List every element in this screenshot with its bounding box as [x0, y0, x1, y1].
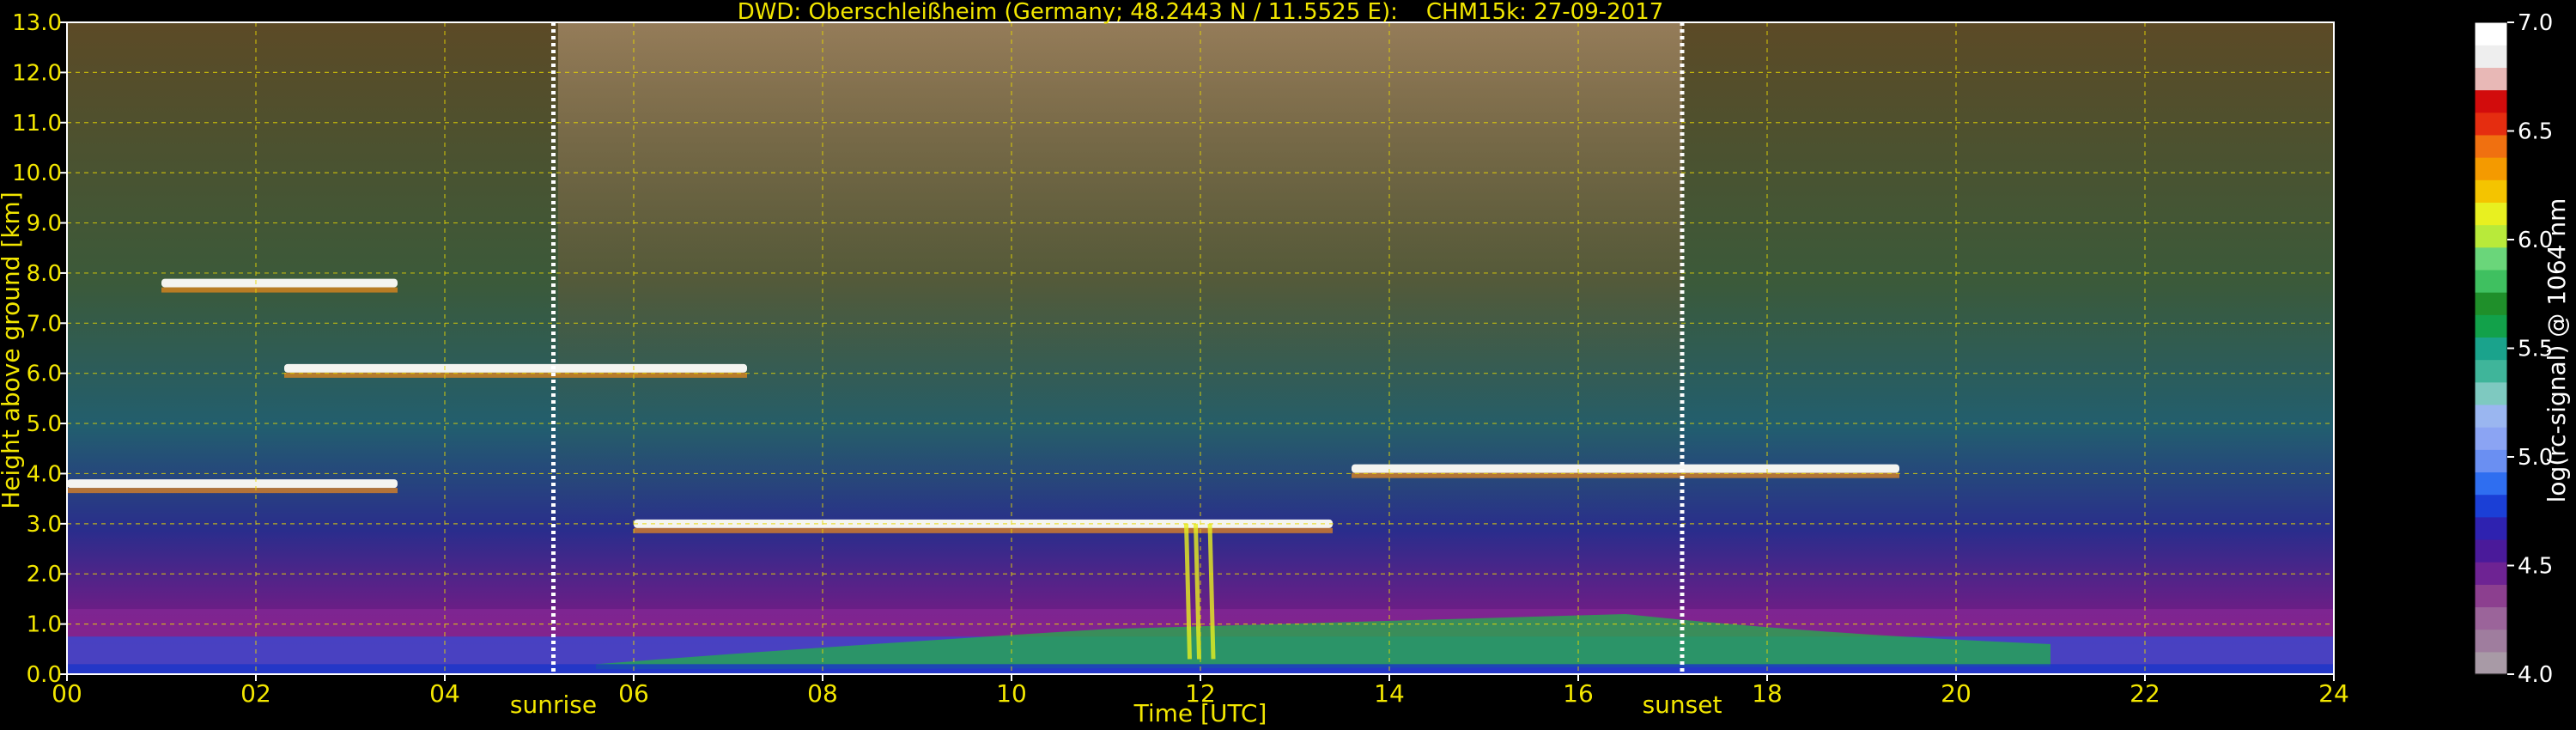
colorbar-swatch: [2475, 22, 2507, 46]
cloud-layer: [161, 278, 398, 288]
lidar-quicklook-chart: sunrise sunset 00 02 04 06 08 10 12 14 16 18 20 22 24…: [0, 0, 2571, 727]
colorbar-swatch: [2475, 404, 2507, 428]
colorbar-swatch: [2475, 337, 2507, 361]
x-tick-label: 18: [1752, 679, 1783, 708]
cloud-layer-edge: [634, 527, 1333, 533]
colorbar-swatch: [2475, 67, 2507, 91]
colorbar-tick-label: 7.0: [2518, 10, 2553, 36]
colorbar: 4.04.55.05.56.06.57.0: [2474, 10, 2553, 688]
x-tick-label: 02: [240, 679, 271, 708]
colorbar-tick-label: 4.0: [2518, 662, 2553, 688]
colorbar-swatch: [2475, 651, 2507, 675]
colorbar-swatch: [2475, 562, 2507, 585]
y-tick-label: 8.0: [27, 261, 62, 287]
y-axis-title: Height above ground [km]: [0, 192, 25, 509]
y-tick-label: 9.0: [27, 211, 62, 237]
colorbar-tick-label: 4.5: [2518, 554, 2553, 580]
marker-label: sunset: [1643, 690, 1722, 719]
x-tick-label: 16: [1563, 679, 1594, 708]
x-tick-label: 20: [1941, 679, 1971, 708]
colorbar-swatch: [2475, 45, 2507, 68]
colorbar-swatch: [2475, 584, 2507, 608]
x-tick-label: 08: [807, 679, 838, 708]
cloud-layer: [1352, 464, 1899, 473]
cloud-layer: [67, 479, 398, 489]
x-axis-title: Time [UTC]: [1133, 699, 1267, 727]
y-tick-label: 1.0: [27, 612, 62, 638]
x-tick-label: 04: [429, 679, 460, 708]
chart-title: DWD: Oberschleißheim (Germany; 48.2443 N…: [738, 0, 1664, 25]
y-tick-label: 5.0: [27, 411, 62, 437]
colorbar-title: log(rc-signal) @ 1064 nm: [2543, 198, 2571, 503]
y-tick-label: 13.0: [12, 10, 62, 36]
y-tick-label: 3.0: [27, 512, 62, 538]
x-tick-label: 10: [996, 679, 1027, 708]
colorbar-swatch: [2475, 449, 2507, 473]
cloud-layer: [284, 363, 747, 373]
marker-label: sunrise: [510, 690, 597, 719]
colorbar-swatch: [2475, 359, 2507, 383]
cloud-layer-edge: [161, 287, 398, 293]
x-tick-label: 22: [2129, 679, 2160, 708]
x-tick-label: 24: [2318, 679, 2349, 708]
colorbar-swatch: [2475, 246, 2507, 271]
cloud-layer-edge: [67, 488, 398, 494]
y-tick-label: 4.0: [27, 461, 62, 487]
y-tick-label: 6.0: [27, 362, 62, 387]
colorbar-swatch: [2475, 202, 2507, 226]
y-tick-label: 10.0: [12, 161, 62, 186]
colorbar-swatch: [2475, 381, 2507, 405]
colorbar-swatch: [2475, 629, 2507, 653]
colorbar-swatch: [2475, 538, 2507, 563]
colorbar-swatch: [2475, 179, 2507, 203]
y-tick-label: 7.0: [27, 311, 62, 337]
colorbar-swatch: [2475, 494, 2507, 518]
colorbar-swatch: [2475, 112, 2507, 136]
colorbar-swatch: [2475, 134, 2507, 158]
x-tick-label: 06: [618, 679, 649, 708]
colorbar-swatch: [2475, 314, 2507, 338]
colorbar-swatch: [2475, 427, 2507, 450]
y-tick-label: 2.0: [27, 562, 62, 587]
y-tick-label: 11.0: [12, 111, 62, 137]
colorbar-swatch: [2475, 516, 2507, 540]
colorbar-swatch: [2475, 224, 2507, 248]
x-tick-label: 14: [1374, 679, 1405, 708]
y-tick-label: 12.0: [12, 60, 62, 86]
y-tick-label: 0.0: [27, 662, 62, 688]
colorbar-swatch: [2475, 292, 2507, 315]
colorbar-swatch: [2475, 606, 2507, 630]
colorbar-swatch: [2475, 269, 2507, 293]
colorbar-swatch: [2475, 471, 2507, 496]
colorbar-swatch: [2475, 89, 2507, 113]
colorbar-tick-label: 6.5: [2518, 119, 2553, 145]
colorbar-swatch: [2475, 157, 2507, 180]
